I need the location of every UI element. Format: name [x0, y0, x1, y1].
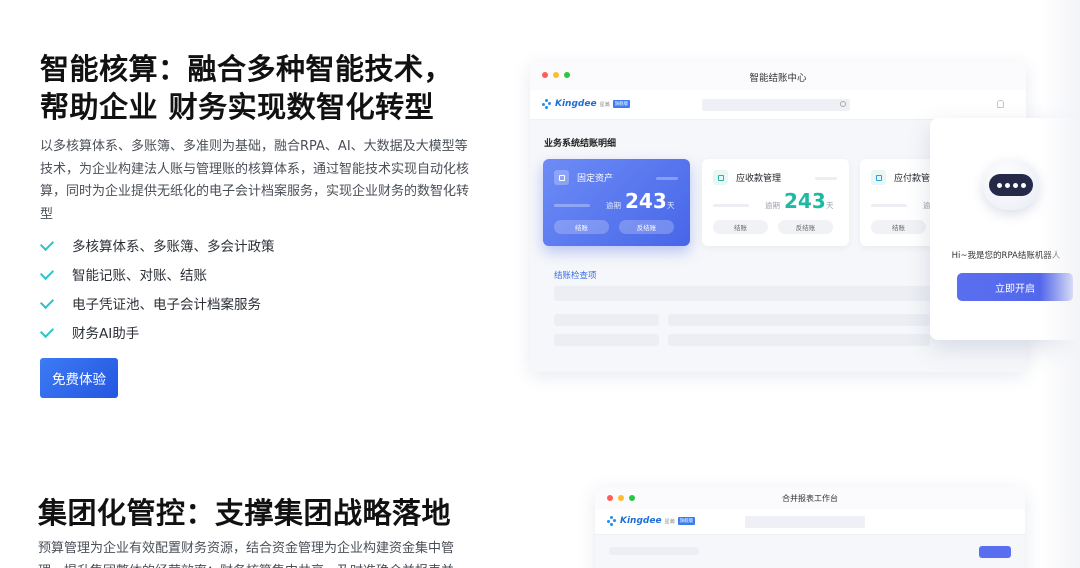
robot-icon [983, 160, 1039, 210]
window-title: 合并报表工作台 [782, 494, 838, 503]
section2-title: 集团化管控：支撑集团战略落地 [38, 496, 452, 530]
app-header: Kingdee 星瀚 旗舰版 [530, 90, 1026, 120]
search-icon [840, 101, 846, 107]
close-account-button[interactable]: 结账 [554, 220, 609, 234]
skeleton-bar [554, 314, 659, 326]
reverse-close-button[interactable]: 反结账 [619, 220, 674, 234]
window-titlebar: 智能结账中心 [530, 62, 1026, 90]
section-description: 以多核算体系、多账簿、多准则为基础，融合RPA、AI、大数据及大模型等技术，为企… [40, 139, 470, 222]
action-button[interactable] [979, 546, 1011, 558]
kingdee-logo: Kingdee 星瀚 旗舰版 [607, 516, 696, 526]
check-icon [40, 266, 56, 282]
feature-item: 多核算体系、多账簿、多会计政策 [40, 230, 275, 259]
receivables-icon [713, 170, 728, 185]
window-titlebar: 合并报表工作台 [595, 487, 1025, 509]
close-account-button[interactable]: 结账 [871, 220, 926, 234]
kingdee-logo-icon [607, 516, 617, 526]
section-title: 智能核算：融合多种智能技术，帮助企业 财务实现数智化转型 [40, 52, 454, 124]
search-input[interactable] [745, 516, 865, 528]
feature-item: 财务AI助手 [40, 317, 275, 346]
feature-list: 多核算体系、多账簿、多会计政策 智能记账、对账、结账 电子凭证池、电子会计档案服… [40, 230, 275, 346]
reverse-close-button[interactable]: 反结账 [778, 220, 833, 234]
card-fixed-assets[interactable]: 固定资产 逾期 243 天 结账 反结账 [543, 159, 690, 246]
background-fade [1040, 0, 1080, 568]
bell-icon[interactable] [997, 100, 1004, 108]
kingdee-logo-icon [542, 99, 552, 109]
search-input[interactable] [702, 99, 850, 111]
overdue-days-value: 243 [784, 189, 826, 213]
section-label: 业务系统结账明细 [544, 139, 617, 149]
skeleton-bar [609, 547, 699, 555]
skeleton-bar [554, 286, 934, 301]
card-receivables[interactable]: 应收款管理 逾期 243 天 结账 反结账 [702, 159, 849, 246]
feature-item: 智能记账、对账、结账 [40, 259, 275, 288]
check-icon [40, 324, 56, 340]
check-icon [40, 237, 56, 253]
payables-icon [871, 170, 886, 185]
skeleton-bar [554, 334, 659, 346]
feature-item: 电子凭证池、电子会计档案服务 [40, 288, 275, 317]
kingdee-logo: Kingdee 星瀚 旗舰版 [542, 99, 631, 109]
consolidation-workbench-window: 合并报表工作台 Kingdee 星瀚 旗舰版 [595, 487, 1025, 568]
skeleton-bar [668, 334, 930, 346]
overdue-days-value: 243 [625, 189, 667, 213]
check-items-title: 结账检查项 [554, 271, 597, 281]
check-icon [40, 295, 56, 311]
window-title: 智能结账中心 [749, 73, 807, 84]
close-account-button[interactable]: 结账 [713, 220, 768, 234]
fixed-assets-icon [554, 170, 569, 185]
section2-description: 预算管理为企业有效配置财务资源，结合资金管理为企业构建资金集中管理，提升集团整体… [38, 541, 455, 568]
skeleton-bar [668, 314, 930, 326]
free-trial-button[interactable]: 免费体验 [40, 358, 118, 398]
app-header: Kingdee 星瀚 旗舰版 [595, 509, 1025, 535]
